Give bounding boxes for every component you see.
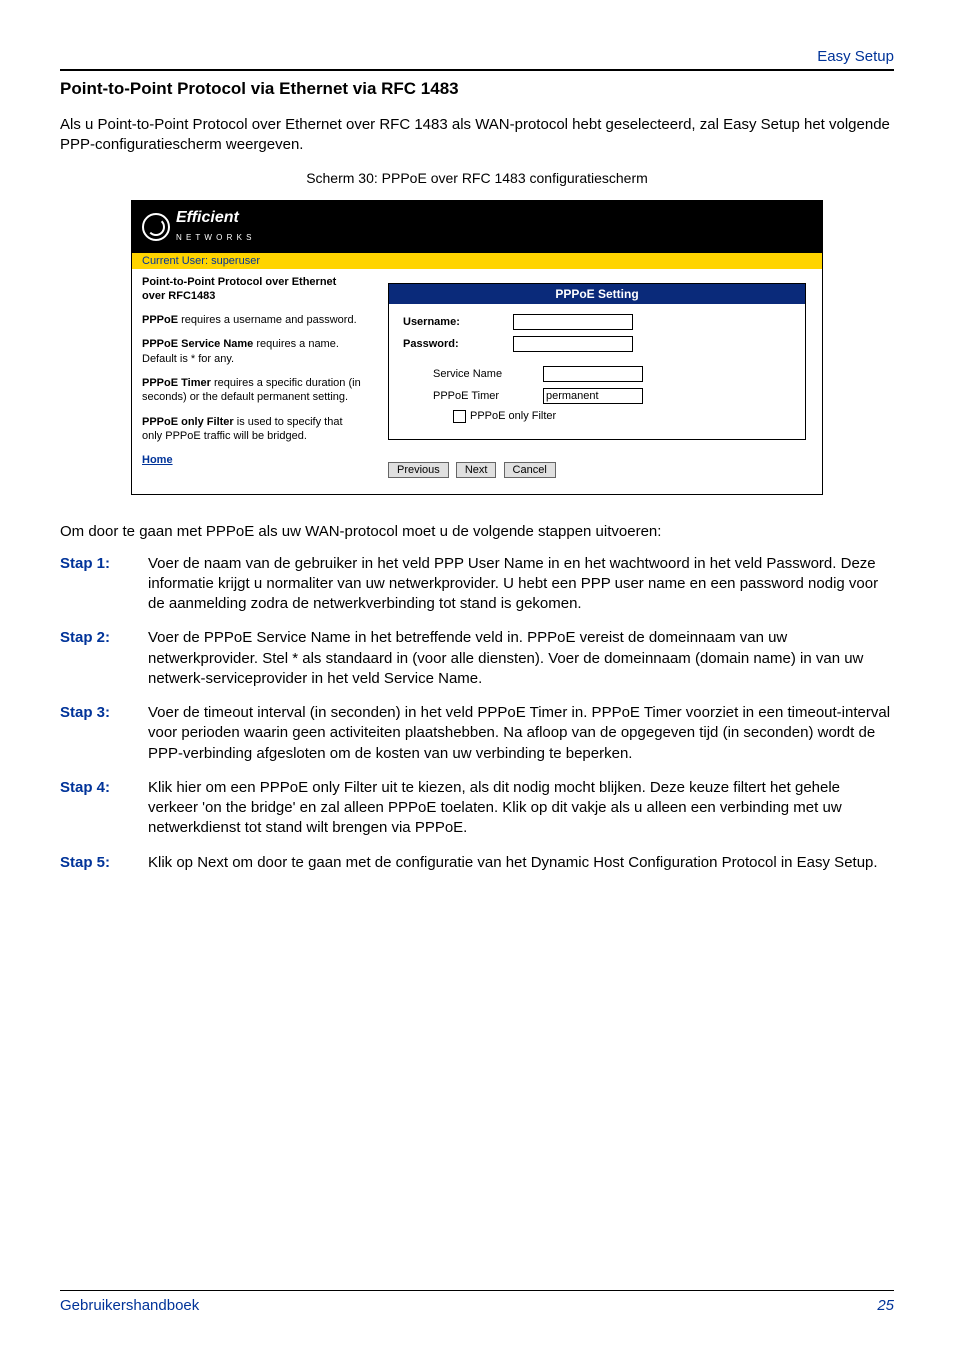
step-label: Stap 2: — [60, 628, 148, 689]
step-text: Voer de timeout interval (in seconden) i… — [148, 703, 894, 764]
step-text: Klik hier om een PPPoE only Filter uit t… — [148, 778, 894, 839]
breadcrumb: Easy Setup — [60, 48, 894, 65]
section-title: Point-to-Point Protocol via Ethernet via… — [60, 79, 894, 99]
home-link[interactable]: Home — [142, 454, 173, 466]
password-label: Password: — [403, 338, 513, 350]
brand-logo: Efficient N E T W O R K S — [142, 209, 812, 245]
step-label: Stap 3: — [60, 703, 148, 764]
steps-list: Stap 1: Voer de naam van de gebruiker in… — [60, 554, 894, 873]
timer-input[interactable]: permanent — [543, 388, 643, 404]
left-help-filter: PPPoE only Filter is used to specify tha… — [142, 415, 362, 444]
page-footer: Gebruikershandboek 25 — [0, 1291, 954, 1344]
left-help-service-name: PPPoE Service Name requires a name. Defa… — [142, 337, 362, 366]
username-label: Username: — [403, 316, 513, 328]
password-input[interactable] — [513, 336, 633, 352]
pppoe-only-filter-checkbox[interactable] — [453, 410, 466, 423]
step-label: Stap 5: — [60, 853, 148, 873]
left-help-pppoe: PPPoE requires a username and password. — [142, 313, 362, 327]
router-config-figure: Efficient N E T W O R K S Current User: … — [131, 200, 823, 495]
left-panel-title: Point-to-Point Protocol over Ethernet ov… — [142, 275, 362, 304]
figure-right-panel: PPPoE Setting Username: Password: Servi — [372, 269, 822, 494]
service-name-label: Service Name — [433, 368, 543, 380]
timer-label: PPPoE Timer — [433, 390, 543, 402]
next-button[interactable]: Next — [456, 462, 497, 478]
steps-intro: Om door te gaan met PPPoE als uw WAN-pro… — [60, 523, 894, 540]
footer-book-title: Gebruikershandboek — [60, 1297, 199, 1314]
brand-name: Efficient — [176, 209, 239, 226]
step-label: Stap 4: — [60, 778, 148, 839]
pppoe-settings-panel: PPPoE Setting Username: Password: Servi — [388, 283, 806, 440]
figure-topbar: Efficient N E T W O R K S — [132, 201, 822, 253]
panel-header: PPPoE Setting — [389, 284, 805, 304]
pppoe-only-filter-label: PPPoE only Filter — [470, 410, 556, 422]
figure-caption: Scherm 30: PPPoE over RFC 1483 configura… — [60, 170, 894, 186]
brand-swirl-icon — [142, 213, 170, 241]
step-text: Voer de naam van de gebruiker in het vel… — [148, 554, 894, 615]
cancel-button[interactable]: Cancel — [504, 462, 556, 478]
username-input[interactable] — [513, 314, 633, 330]
header-rule — [60, 69, 894, 71]
left-help-timer: PPPoE Timer requires a specific duration… — [142, 376, 362, 405]
step-text: Voer de PPPoE Service Name in het betref… — [148, 628, 894, 689]
footer-page-number: 25 — [877, 1297, 894, 1314]
step-label: Stap 1: — [60, 554, 148, 615]
step-text: Klik op Next om door te gaan met de conf… — [148, 853, 894, 873]
brand-subtext: N E T W O R K S — [176, 233, 253, 242]
figure-left-panel: Point-to-Point Protocol over Ethernet ov… — [132, 269, 372, 494]
current-user-bar: Current User: superuser — [132, 253, 822, 269]
intro-paragraph: Als u Point-to-Point Protocol over Ether… — [60, 115, 894, 156]
service-name-input[interactable] — [543, 366, 643, 382]
previous-button[interactable]: Previous — [388, 462, 449, 478]
